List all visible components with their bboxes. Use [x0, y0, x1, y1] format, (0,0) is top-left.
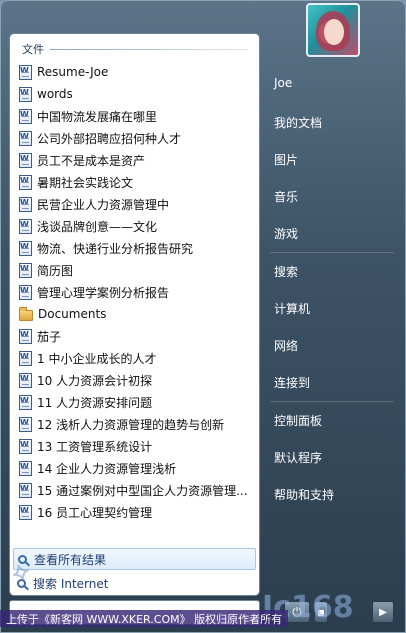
user-avatar[interactable]	[306, 3, 360, 57]
file-list-item-label: 16 员工心理契约管理	[37, 505, 153, 520]
word-doc-icon	[19, 218, 32, 234]
nav-user[interactable]: Joe	[264, 62, 400, 104]
file-list-item[interactable]: 民营企业人力资源管理中	[17, 193, 253, 215]
file-list-item-label: 暑期社会实践论文	[37, 175, 134, 190]
file-list: Resume-Joe words 中国物流发展痛在哪里公司外部招聘应招何种人才员工不…	[17, 61, 253, 523]
file-list-item[interactable]: 16 员工心理契约管理	[17, 501, 253, 523]
file-list-item[interactable]: 15 通过案例对中型国企人力资源管理...	[17, 479, 253, 501]
word-doc-icon	[19, 504, 32, 520]
file-list-item[interactable]: 简历图	[17, 259, 253, 281]
word-doc-icon	[19, 350, 32, 366]
word-doc-icon	[19, 152, 32, 168]
nav-music[interactable]: 音乐	[264, 178, 400, 215]
file-list-item[interactable]: 公司外部招聘应招何种人才	[17, 127, 253, 149]
file-list-item-label: 13 工资管理系统设计	[37, 439, 153, 454]
section-title: 文件	[22, 43, 44, 56]
file-list-item[interactable]: words	[17, 83, 253, 105]
nav-connect[interactable]: 连接到	[264, 364, 400, 401]
shutdown-options-button[interactable]: ▶	[372, 601, 394, 623]
footer-banner: 上传于《新客网 WWW.XKER.COM》 版权归原作者所有	[0, 610, 289, 627]
file-list-item[interactable]: 中国物流发展痛在哪里	[17, 105, 253, 127]
file-list-item[interactable]: Resume-Joe	[17, 61, 253, 83]
file-list-item-label: 管理心理学案例分析报告	[37, 285, 170, 300]
recent-files-pane: 文件 Resume-Joe words 中国物流发展痛在哪里公司外部招聘应招何种人才…	[9, 33, 260, 596]
nav-search[interactable]: 搜索	[264, 253, 400, 290]
file-list-item[interactable]: 员工不是成本是资产	[17, 149, 253, 171]
nav-pictures[interactable]: 图片	[264, 141, 400, 178]
nav-games[interactable]: 游戏	[264, 215, 400, 252]
word-doc-icon	[19, 64, 32, 80]
file-list-item-label: 公司外部招聘应招何种人才	[37, 131, 182, 146]
file-list-item[interactable]: 管理心理学案例分析报告	[17, 281, 253, 303]
word-doc-icon	[19, 284, 32, 300]
word-doc-icon	[19, 108, 32, 124]
file-list-item-label: 10 人力资源会计初探	[37, 373, 153, 388]
section-divider	[50, 48, 248, 50]
file-list-item-label: 员工不是成本是资产	[37, 153, 146, 168]
file-list-item-label: 15 通过案例对中型国企人力资源管理...	[37, 483, 248, 498]
nav-help[interactable]: 帮助和支持	[264, 476, 400, 513]
places-pane: Joe 我的文档 图片 音乐 游戏 搜索 计算机 网络 连接到 控制面板 默认程…	[264, 62, 400, 513]
word-doc-icon	[19, 460, 32, 476]
folder-icon	[19, 306, 33, 321]
file-list-item[interactable]: Documents	[17, 303, 253, 325]
file-list-item-label: 1 中小企业成长的人才	[37, 351, 157, 366]
file-list-item-label: 简历图	[37, 263, 74, 278]
nav-network[interactable]: 网络	[264, 327, 400, 364]
file-list-item[interactable]: 茄子	[17, 325, 253, 347]
word-doc-icon	[19, 438, 32, 454]
file-list-item[interactable]: 11 人力资源安排问题	[17, 391, 253, 413]
file-list-item-label: 14 企业人力资源管理浅析	[37, 461, 177, 476]
file-list-item-label: 民营企业人力资源管理中	[37, 197, 170, 212]
avatar-face	[324, 19, 344, 45]
file-list-item[interactable]: 物流、快递行业分析报告研究	[17, 237, 253, 259]
word-doc-icon	[19, 130, 32, 146]
file-list-item[interactable]: 浅谈品牌创意——文化	[17, 215, 253, 237]
word-doc-icon	[19, 416, 32, 432]
file-list-item-label: Resume-Joe	[37, 65, 109, 79]
file-list-item-label: 11 人力资源安排问题	[37, 395, 153, 410]
file-list-item[interactable]: 10 人力资源会计初探	[17, 369, 253, 391]
file-list-item-label: 中国物流发展痛在哪里	[37, 109, 158, 124]
file-list-item-label: Documents	[38, 307, 107, 321]
word-doc-icon	[19, 174, 32, 190]
section-header: 文件	[22, 41, 248, 57]
word-doc-icon	[19, 482, 32, 498]
word-doc-icon	[19, 240, 32, 256]
file-list-item-label: 浅谈品牌创意——文化	[37, 219, 158, 234]
word-doc-icon	[19, 328, 32, 344]
file-list-item-label: words	[37, 87, 73, 101]
start-menu: 文件 Resume-Joe words 中国物流发展痛在哪里公司外部招聘应招何种人才…	[0, 0, 406, 633]
word-doc-icon	[19, 372, 32, 388]
file-list-item-label: 12 浅析人力资源管理的趋势与创新	[37, 417, 225, 432]
file-list-item-label: 茄子	[37, 329, 62, 344]
nav-control-panel[interactable]: 控制面板	[264, 402, 400, 439]
file-list-item[interactable]: 1 中小企业成长的人才	[17, 347, 253, 369]
nav-computer[interactable]: 计算机	[264, 290, 400, 327]
nav-documents[interactable]: 我的文档	[264, 104, 400, 141]
word-doc-icon	[19, 262, 32, 278]
file-list-item[interactable]: 13 工资管理系统设计	[17, 435, 253, 457]
chevron-right-icon: ▶	[379, 606, 387, 618]
nav-default-programs[interactable]: 默认程序	[264, 439, 400, 476]
file-list-item[interactable]: 暑期社会实践论文	[17, 171, 253, 193]
file-list-item[interactable]: 14 企业人力资源管理浅析	[17, 457, 253, 479]
word-doc-icon	[19, 86, 32, 102]
word-doc-icon	[19, 394, 32, 410]
word-doc-icon	[19, 196, 32, 212]
file-list-item-label: 物流、快递行业分析报告研究	[37, 241, 194, 256]
file-list-item[interactable]: 12 浅析人力资源管理的趋势与创新	[17, 413, 253, 435]
